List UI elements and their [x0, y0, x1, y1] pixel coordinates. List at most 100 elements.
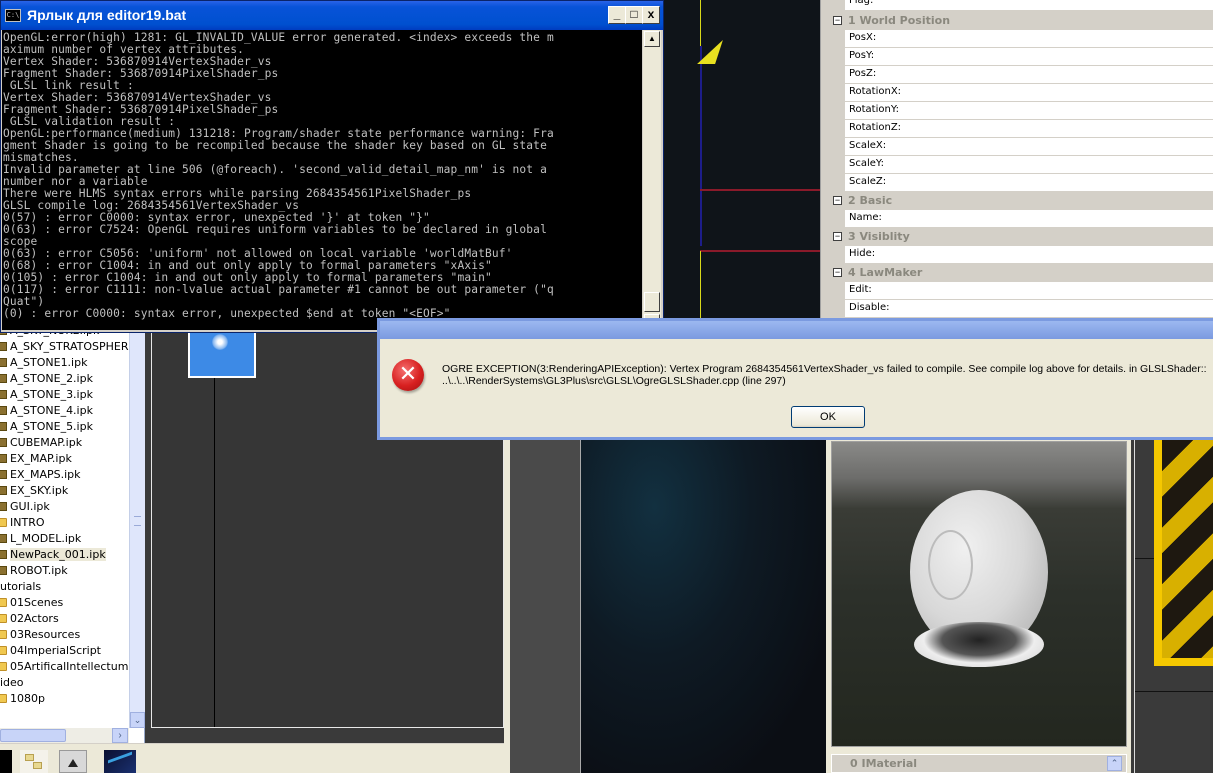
folders-icon[interactable]	[20, 750, 48, 773]
tree-item[interactable]: CUBEMAP.ipk	[0, 436, 82, 452]
tree-item-label: A_SKY_STRATOSPHERE	[10, 340, 136, 353]
ok-button[interactable]: OK	[791, 406, 865, 428]
property-row[interactable]: RotationX:	[830, 84, 1213, 102]
error-dialog[interactable]: ✕ OGRE EXCEPTION(3:RenderingAPIException…	[377, 318, 1213, 440]
tree-item[interactable]: A_STONE_5.ipk	[0, 420, 93, 436]
material-preview[interactable]	[831, 441, 1127, 747]
tree-item[interactable]: A_STONE_4.ipk	[0, 404, 93, 420]
property-row[interactable]: ScaleY:	[830, 156, 1213, 174]
property-label: PosX:	[845, 30, 1213, 48]
tree-item[interactable]: 1080p	[0, 692, 45, 708]
property-row[interactable]: PosY:	[830, 48, 1213, 66]
property-row[interactable]: Edit:	[830, 282, 1213, 300]
folder-icon	[0, 662, 7, 671]
tree-item[interactable]: A_SKY_STRATOSPHERE	[0, 340, 135, 356]
hazard-stripes	[1162, 440, 1213, 658]
tree-horizontal-scrollbar[interactable]: ›	[0, 728, 129, 743]
row-gutter	[830, 138, 845, 156]
tree-item[interactable]: 01Scenes	[0, 596, 63, 612]
property-category[interactable]: −3 Visiblity	[830, 228, 1213, 246]
console-scrollbar[interactable]: ▲ ▼	[642, 30, 661, 330]
property-row[interactable]: ScaleX:	[830, 138, 1213, 156]
property-row[interactable]: Hide:	[830, 246, 1213, 264]
property-grid: Flag: −1 World Position PosX: PosY: PosZ: Rot…	[830, 0, 1213, 320]
tree-item[interactable]: 02Actors	[0, 612, 59, 628]
error-icon: ✕	[392, 359, 424, 391]
console-line: 0(117) : error C1111: non-lvalue actual …	[3, 283, 554, 296]
tree-item-label: CUBEMAP.ipk	[10, 436, 83, 449]
console-app-icon[interactable]: C:\	[5, 9, 21, 22]
property-label: ScaleY:	[845, 156, 1213, 174]
folder-icon	[0, 646, 7, 655]
minimize-button[interactable]: _	[608, 6, 626, 24]
panel-splitter[interactable]	[820, 0, 830, 320]
package-icon	[0, 390, 7, 399]
property-category[interactable]: −4 LawMaker	[830, 264, 1213, 282]
tree-item-label: EX_SKY.ipk	[10, 484, 69, 497]
property-category[interactable]: −2 Basic	[830, 192, 1213, 210]
collapse-toggle-icon[interactable]: −	[833, 268, 842, 277]
property-row[interactable]: RotationZ:	[830, 120, 1213, 138]
tree-item[interactable]: EX_MAP.ipk	[0, 452, 72, 468]
tree-vertical-scrollbar[interactable]: ⌄	[129, 330, 145, 728]
property-row[interactable]: PosZ:	[830, 66, 1213, 84]
property-row[interactable]: ScaleZ:	[830, 174, 1213, 192]
tree-item[interactable]: L_MODEL.ipk	[0, 532, 81, 548]
texture-thumbnail-icon[interactable]	[104, 750, 136, 773]
scroll-up-button[interactable]: ⌃	[1107, 756, 1122, 771]
tree-item[interactable]: A_STONE1.ipk	[0, 356, 87, 372]
tree-item[interactable]: EX_MAPS.ipk	[0, 468, 81, 484]
scroll-up-button[interactable]: ▲	[644, 31, 660, 47]
tree-item[interactable]: ideo	[0, 676, 24, 692]
tree-item-label: 1080p	[10, 692, 45, 705]
console-output[interactable]: OpenGL:error(high) 1281: GL_INVALID_VALU…	[2, 30, 642, 330]
resource-tree[interactable]: A_SKY_NUKE.ipkA_SKY_STRATOSPHEREA_STONE1…	[0, 324, 145, 743]
tree-item[interactable]: GUI.ipk	[0, 500, 50, 516]
dialog-titlebar[interactable]	[380, 321, 1213, 339]
tree-item-label: A_STONE_4.ipk	[10, 404, 93, 417]
property-category[interactable]: −1 World Position	[830, 12, 1213, 30]
tree-item[interactable]: A_STONE_2.ipk	[0, 372, 93, 388]
scrollbar-thumb[interactable]	[0, 729, 66, 742]
scene-viewport[interactable]	[660, 0, 820, 320]
collapse-toggle-icon[interactable]: −	[833, 232, 842, 241]
material-category-header[interactable]: 0 IMaterial ⌃	[831, 754, 1127, 773]
maximize-button[interactable]: □	[625, 6, 643, 24]
tree-item[interactable]: 04ImperialScript	[0, 644, 101, 660]
property-row[interactable]: Flag:	[830, 0, 1213, 11]
tree-item[interactable]: utorials	[0, 580, 41, 596]
property-label: RotationX:	[845, 84, 1213, 102]
folder-icon	[0, 630, 7, 639]
console-line: gment Shader is going to be recompiled b…	[3, 139, 547, 152]
scrollbar-grip[interactable]	[134, 516, 141, 526]
collapse-toggle-icon[interactable]: −	[833, 196, 842, 205]
tree-item-label: A_STONE_5.ipk	[10, 420, 93, 433]
property-row[interactable]: PosX:	[830, 30, 1213, 48]
sky-node-thumbnail[interactable]	[188, 330, 256, 378]
property-row[interactable]: RotationY:	[830, 102, 1213, 120]
tree-item[interactable]: ROBOT.ipk	[0, 564, 68, 580]
rotate-icon[interactable]	[59, 750, 87, 773]
close-button[interactable]: x	[642, 6, 660, 24]
tree-item-label: INTRO	[10, 516, 45, 529]
tree-item[interactable]: 03Resources	[0, 628, 80, 644]
console-window[interactable]: C:\ Ярлык для editor19.bat _ □ x OpenGL:…	[0, 0, 664, 333]
tree-item[interactable]: EX_SKY.ipk	[0, 484, 68, 500]
property-row[interactable]: Disable:	[830, 300, 1213, 318]
tree-item[interactable]: NewPack_001.ipk	[0, 548, 106, 564]
scroll-right-button[interactable]: ›	[112, 728, 128, 743]
tree-item[interactable]: 05ArtificalIntellectum	[0, 660, 128, 676]
property-row[interactable]: Name:	[830, 210, 1213, 228]
scrollbar-thumb[interactable]	[644, 292, 660, 312]
tree-item[interactable]: INTRO	[0, 516, 45, 532]
black-thumbnail-icon[interactable]	[0, 750, 12, 773]
gizmo-axis-y-lower	[700, 251, 701, 321]
hazard-texture-thumbnail[interactable]	[1154, 440, 1213, 666]
collapse-toggle-icon[interactable]: −	[833, 16, 842, 25]
package-icon	[0, 486, 7, 495]
console-titlebar[interactable]: C:\ Ярлык для editor19.bat _ □ x	[1, 1, 663, 30]
tree-item[interactable]: A_STONE_3.ipk	[0, 388, 93, 404]
gizmo-axis-x-1	[700, 189, 820, 191]
scroll-down-button[interactable]: ⌄	[130, 712, 145, 728]
texture-preview-dark[interactable]	[580, 440, 826, 773]
